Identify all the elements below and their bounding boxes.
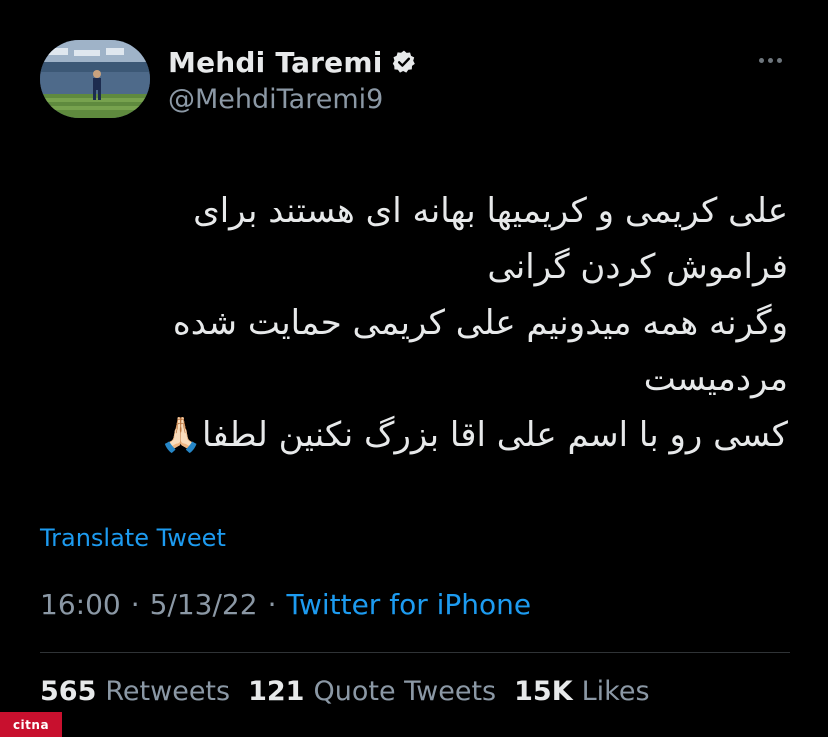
tweet-meta: 16:00 · 5/13/22 · Twitter for iPhone <box>40 588 531 621</box>
tweet-line: علی کریمی و کریمیها بهانه ای هستند برای <box>193 191 788 231</box>
tweet-line: فراموش کردن گرانی <box>487 247 788 287</box>
meta-separator: · <box>130 588 140 621</box>
name-row: Mehdi Taremi <box>168 42 417 82</box>
divider <box>40 652 790 653</box>
quote-tweets-stat[interactable]: 121 Quote Tweets <box>248 676 496 707</box>
dot <box>767 57 773 63</box>
tweet-line: مردمیست <box>643 359 788 399</box>
user-handle[interactable]: @MehdiTaremi9 <box>168 84 383 115</box>
tweet-stats: 565 Retweets 121 Quote Tweets 15K Likes <box>40 676 668 707</box>
tweet-source-link[interactable]: Twitter for iPhone <box>286 588 531 621</box>
dot <box>776 57 782 63</box>
quote-tweets-label: Quote Tweets <box>313 676 497 707</box>
avatar[interactable] <box>40 40 150 118</box>
dot <box>758 57 764 63</box>
meta-separator: · <box>267 588 277 621</box>
translate-tweet-link[interactable]: Translate Tweet <box>40 524 226 552</box>
retweets-count: 565 <box>40 676 97 707</box>
likes-count: 15K <box>514 676 573 707</box>
tweet-text: علی کریمی و کریمیها بهانه ای هستند برای … <box>38 183 788 463</box>
retweets-label: Retweets <box>105 676 231 707</box>
profile-photo-icon <box>40 40 150 118</box>
likes-stat[interactable]: 15K Likes <box>514 676 649 707</box>
tweet-header: Mehdi Taremi @MehdiTaremi9 <box>40 40 790 120</box>
display-name[interactable]: Mehdi Taremi <box>168 46 383 79</box>
tweet-date[interactable]: 5/13/22 <box>150 588 258 621</box>
watermark-logo: citna <box>0 712 62 737</box>
tweet-time[interactable]: 16:00 <box>40 588 121 621</box>
likes-label: Likes <box>581 676 650 707</box>
verified-badge-icon <box>392 50 415 73</box>
quote-tweets-count: 121 <box>248 676 305 707</box>
more-options-icon[interactable] <box>750 50 790 70</box>
tweet-line: وگرنه همه میدونیم علی کریمی حمایت شده <box>172 303 788 343</box>
tweet-line: کسی رو با اسم علی اقا بزرگ نکنین لطفا🙏🏻 <box>159 415 788 455</box>
retweets-stat[interactable]: 565 Retweets <box>40 676 230 707</box>
